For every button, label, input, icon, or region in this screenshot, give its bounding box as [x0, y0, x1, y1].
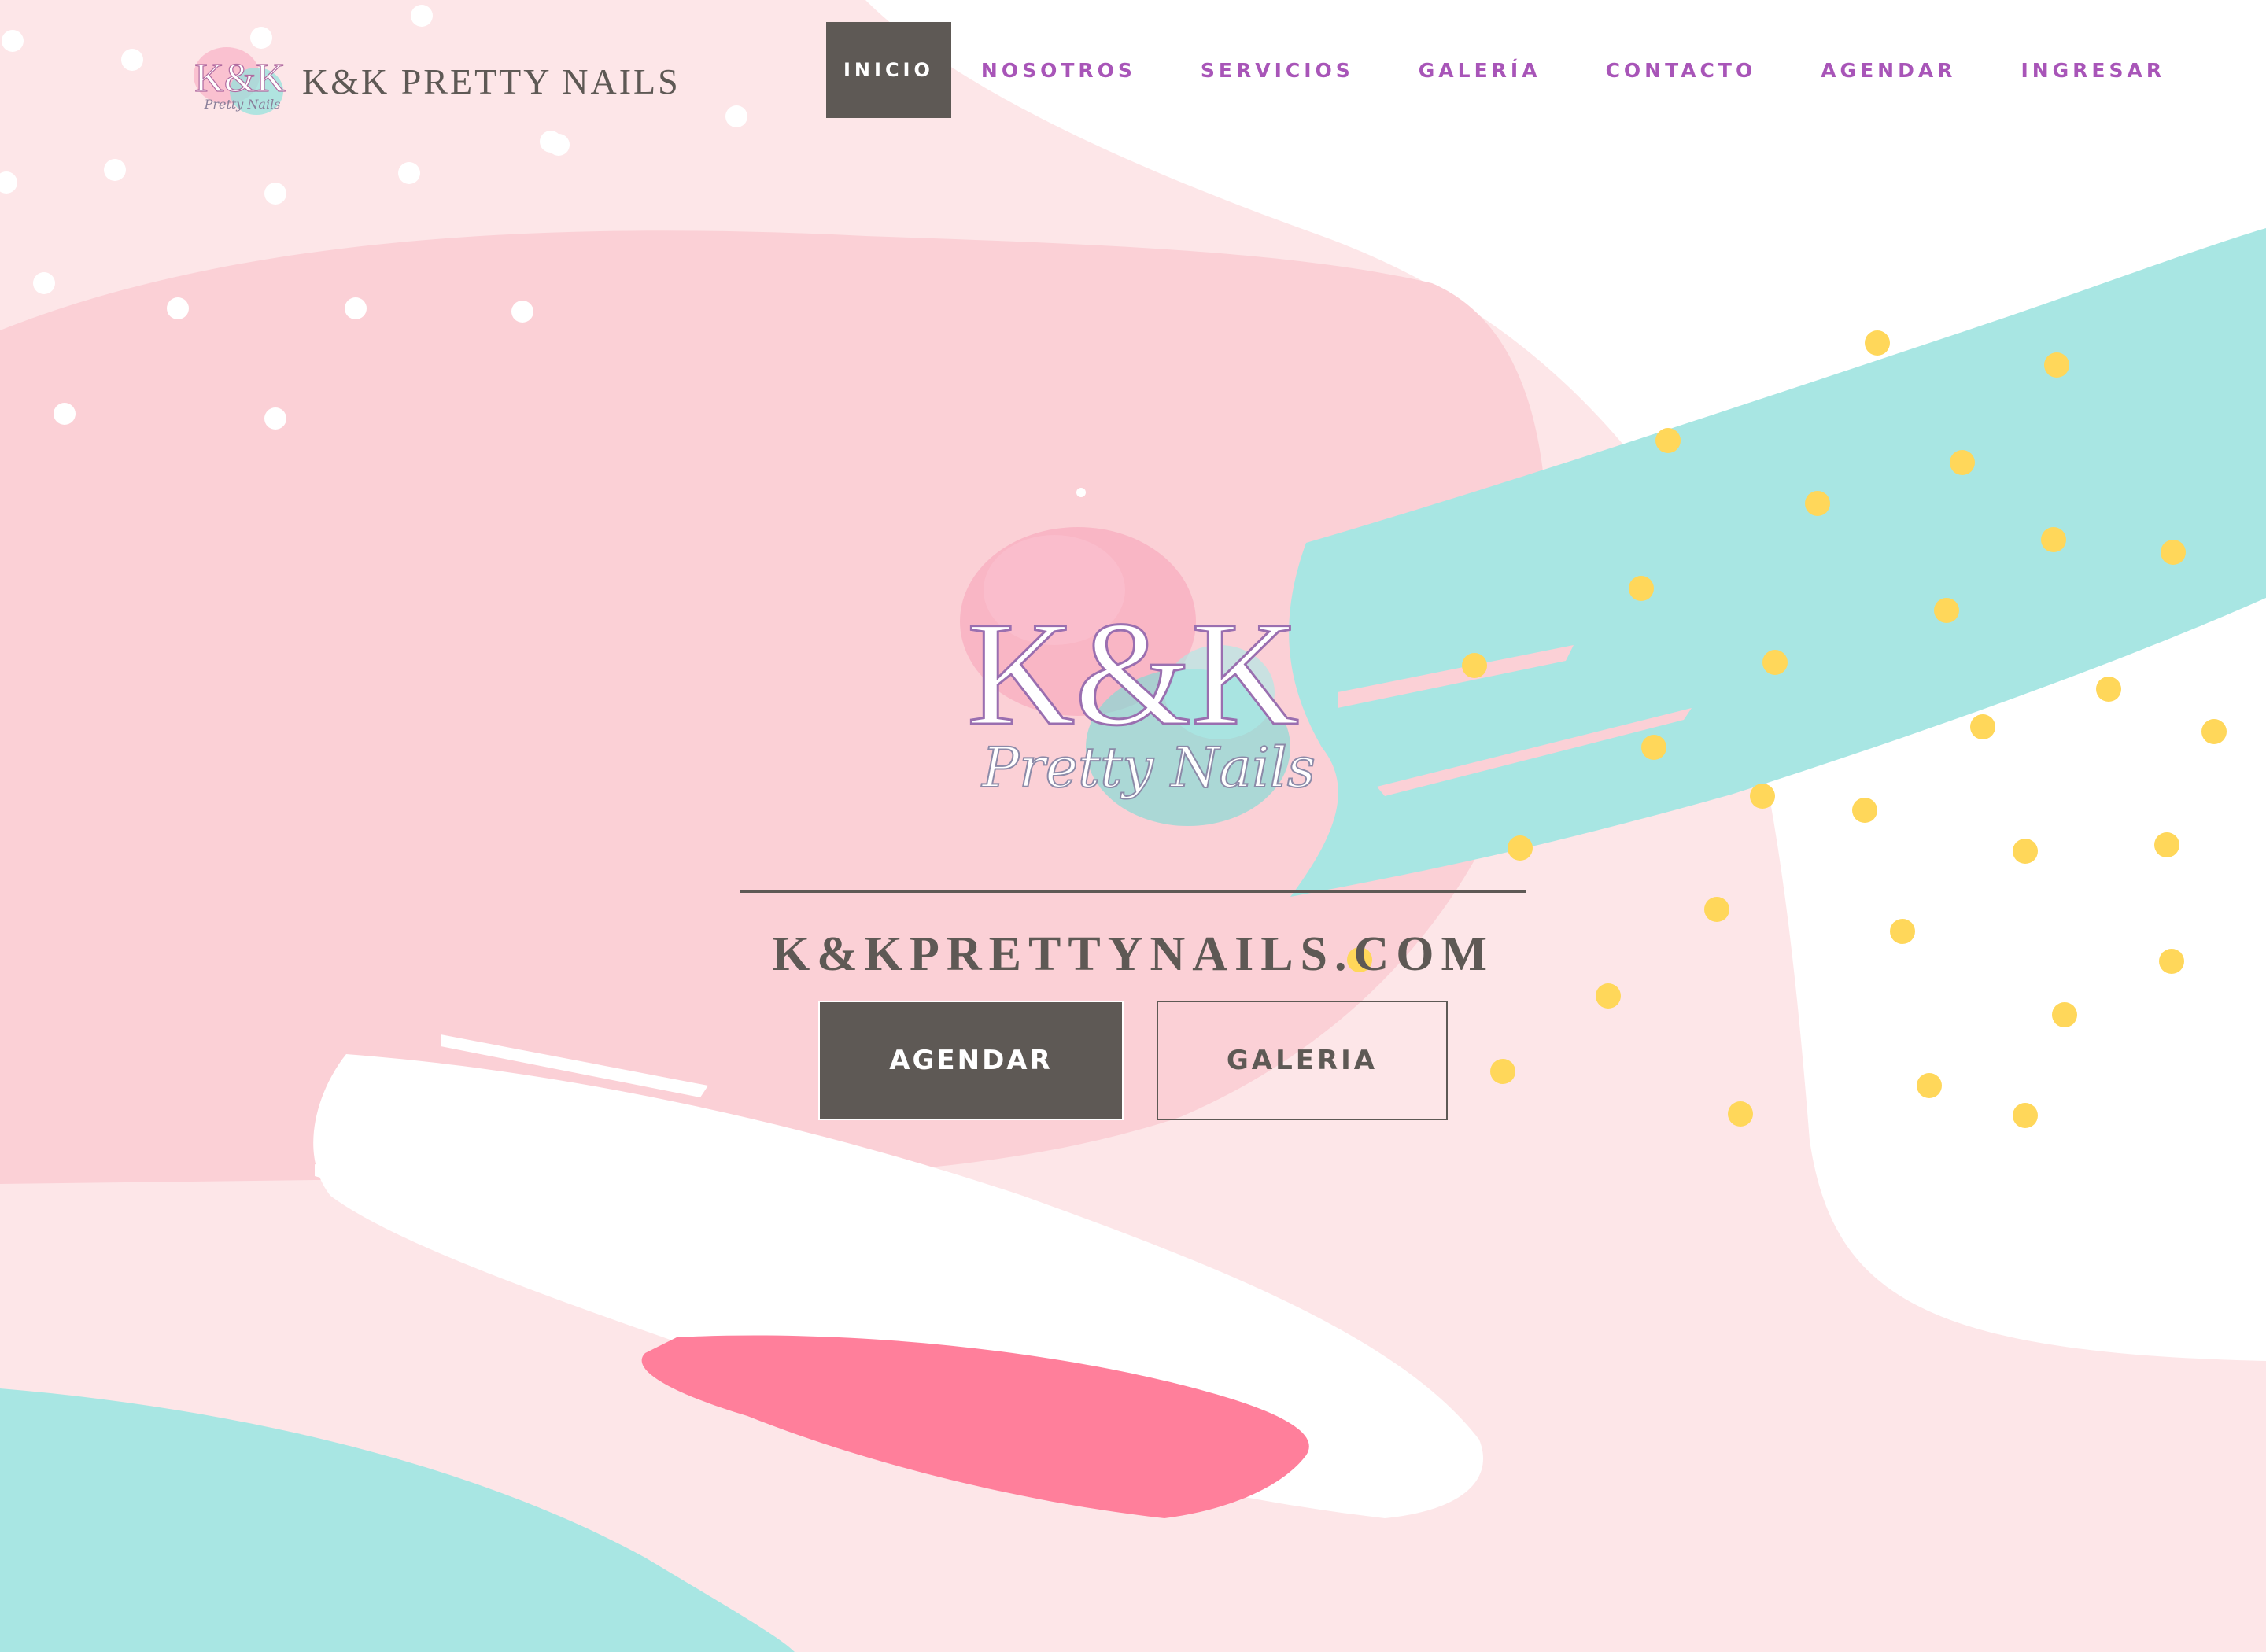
galeria-button[interactable]: GALERIA [1157, 1001, 1448, 1120]
nav-ingresar[interactable]: INGRESAR [2005, 22, 2181, 118]
nav-servicios[interactable]: SERVICIOS [1185, 22, 1370, 118]
nav-contacto[interactable]: CONTACTO [1590, 22, 1773, 118]
svg-text:K&K: K&K [194, 56, 286, 101]
nav-agendar[interactable]: AGENDAR [1805, 22, 1972, 118]
hero-domain: K&KPRETTYNAILS.COM [771, 927, 1495, 981]
nav-nosotros[interactable]: NOSOTROS [965, 22, 1152, 118]
brand[interactable]: K&K Pretty Nails K&K PRETTY NAILS [189, 38, 681, 124]
nav-inicio[interactable]: INICIO [826, 22, 951, 118]
svg-text:Pretty Nails: Pretty Nails [204, 97, 281, 112]
hero-logo-kk: K&K [967, 592, 1299, 757]
agendar-button[interactable]: AGENDAR [818, 1001, 1124, 1120]
site-header: K&K Pretty Nails K&K PRETTY NAILS INICIO… [0, 0, 2266, 142]
hero-logo: K&K Pretty Nails [960, 527, 1316, 826]
hero-divider [740, 890, 1526, 893]
brand-name: K&K PRETTY NAILS [302, 61, 681, 101]
nav-galeria[interactable]: GALERÍA [1403, 22, 1557, 118]
main-nav: INICIO NOSOTROS SERVICIOS GALERÍA CONTAC… [826, 22, 2181, 118]
hero-logo-script: Pretty Nails [980, 736, 1316, 800]
kk-pretty-nails-logo-icon: K&K Pretty Nails [194, 47, 286, 115]
